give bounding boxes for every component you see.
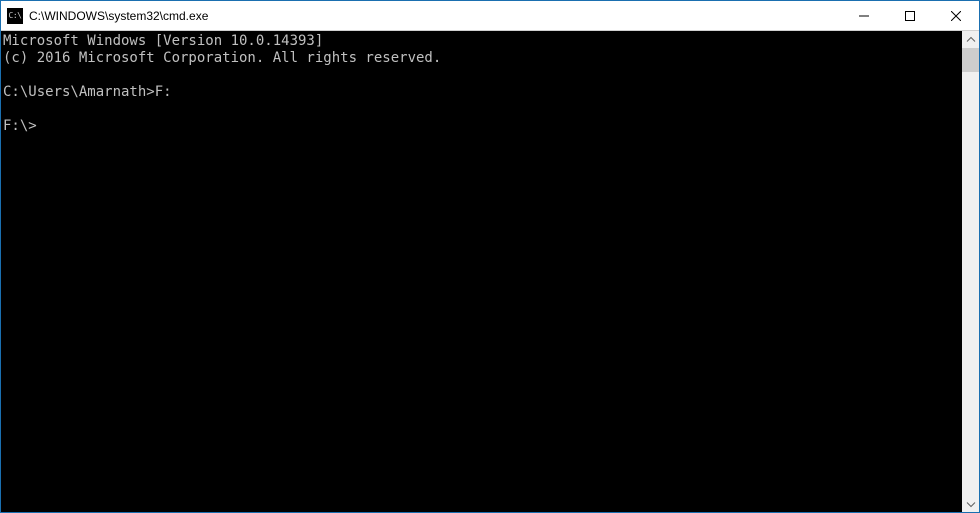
maximize-button[interactable] — [887, 1, 933, 30]
scroll-down-button[interactable] — [962, 495, 979, 512]
terminal-line: Microsoft Windows [Version 10.0.14393] — [3, 33, 962, 50]
terminal-output[interactable]: Microsoft Windows [Version 10.0.14393](c… — [1, 31, 962, 512]
chevron-down-icon — [966, 499, 976, 509]
scroll-up-button[interactable] — [962, 31, 979, 48]
maximize-icon — [905, 11, 915, 21]
close-button[interactable] — [933, 1, 979, 30]
scroll-thumb[interactable] — [962, 48, 979, 72]
terminal-line: C:\Users\Amarnath>F: — [3, 84, 962, 101]
minimize-button[interactable] — [841, 1, 887, 30]
terminal-line: F:\> — [3, 118, 962, 135]
cmd-window: C:\ C:\WINDOWS\system32\cmd.exe Microsof… — [0, 0, 980, 513]
vertical-scrollbar[interactable] — [962, 31, 979, 512]
client-area: Microsoft Windows [Version 10.0.14393](c… — [1, 31, 979, 512]
terminal-line — [3, 67, 962, 84]
window-title: C:\WINDOWS\system32\cmd.exe — [29, 9, 841, 23]
scroll-track[interactable] — [962, 48, 979, 495]
cmd-icon-text: C:\ — [9, 12, 22, 20]
minimize-icon — [859, 11, 869, 21]
window-controls — [841, 1, 979, 30]
chevron-up-icon — [966, 35, 976, 45]
close-icon — [951, 11, 961, 21]
titlebar[interactable]: C:\ C:\WINDOWS\system32\cmd.exe — [1, 1, 979, 31]
cmd-icon: C:\ — [7, 8, 23, 24]
terminal-line: (c) 2016 Microsoft Corporation. All righ… — [3, 50, 962, 67]
terminal-line — [3, 101, 962, 118]
